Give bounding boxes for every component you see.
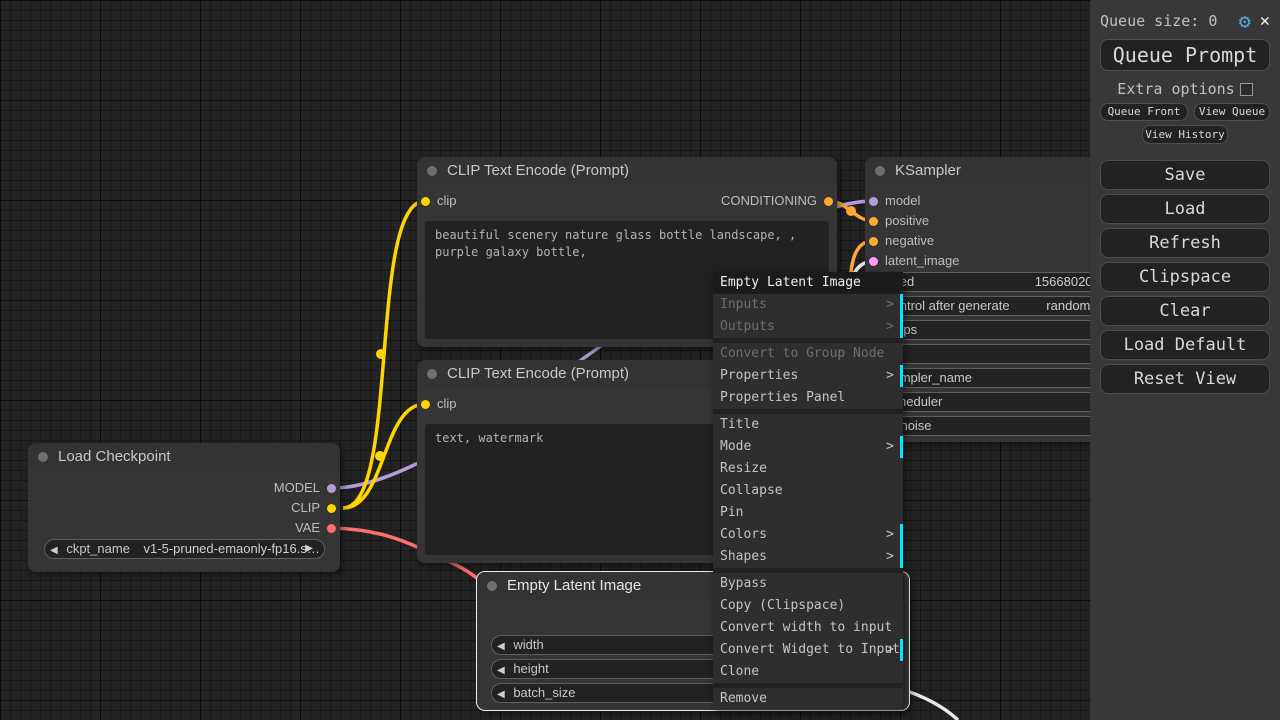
- steps-widget[interactable]: steps: [875, 320, 1120, 340]
- output-slot-conditioning[interactable]: CONDITIONING: [721, 193, 837, 209]
- submenu-arrow-icon: >: [886, 546, 894, 568]
- queue-size-label: Queue size: 0: [1100, 12, 1239, 30]
- view-history-button[interactable]: View History: [1142, 125, 1228, 144]
- input-slot-clip[interactable]: clip: [417, 193, 457, 209]
- menu-item-bypass[interactable]: Bypass: [713, 573, 903, 595]
- node-title: Empty Latent Image: [507, 577, 641, 594]
- submenu-indicator: [900, 639, 903, 661]
- cfg-widget[interactable]: cfg: [875, 344, 1120, 364]
- conditioning-slot-dot-icon[interactable]: [869, 237, 878, 246]
- menu-item-convert-to-group-node[interactable]: Convert to Group Node: [713, 343, 903, 365]
- conditioning-slot-dot-icon[interactable]: [869, 217, 878, 226]
- node-title: CLIP Text Encode (Prompt): [447, 162, 629, 179]
- output-slot-clip[interactable]: CLIP: [291, 500, 340, 516]
- sampler-name-widget[interactable]: sampler_name: [875, 368, 1120, 388]
- combo-value: v1-5-pruned-emaonly-fp16.s…: [134, 541, 320, 556]
- submenu-arrow-icon: >: [886, 436, 894, 458]
- node-title: CLIP Text Encode (Prompt): [447, 365, 629, 382]
- model-slot-dot-icon[interactable]: [327, 484, 336, 493]
- menu-item-outputs[interactable]: Outputs >: [713, 316, 903, 338]
- save-button[interactable]: Save: [1100, 160, 1270, 190]
- input-slot-negative[interactable]: negative: [865, 233, 934, 249]
- control-after-generate-widget[interactable]: control after generate randomize: [875, 296, 1120, 316]
- reset-view-button[interactable]: Reset View: [1100, 364, 1270, 394]
- submenu-indicator: [900, 365, 903, 387]
- collapse-dot-icon[interactable]: [38, 452, 48, 462]
- node-context-menu: Empty Latent Image Inputs > Outputs > Co…: [713, 272, 903, 710]
- clip-slot-dot-icon[interactable]: [421, 400, 430, 409]
- submenu-arrow-icon: >: [886, 294, 894, 316]
- extra-options-label: Extra options: [1117, 80, 1234, 98]
- menu-item-resize[interactable]: Resize: [713, 458, 903, 480]
- node-load-checkpoint[interactable]: Load Checkpoint MODEL CLIP VAE ◀ ckpt_na…: [28, 443, 340, 572]
- comfy-menu-panel: Queue size: 0 ⚙ ✕ Queue Prompt Extra opt…: [1090, 0, 1280, 720]
- vae-slot-dot-icon[interactable]: [327, 524, 336, 533]
- collapse-dot-icon[interactable]: [427, 369, 437, 379]
- seed-widget[interactable]: seed 1566802087: [875, 272, 1120, 292]
- menu-item-clone[interactable]: Clone: [713, 661, 903, 683]
- submenu-indicator: [900, 436, 903, 458]
- load-default-button[interactable]: Load Default: [1100, 330, 1270, 360]
- view-queue-button[interactable]: View Queue: [1194, 103, 1270, 121]
- collapse-dot-icon[interactable]: [875, 166, 885, 176]
- menu-item-properties[interactable]: Properties >: [713, 365, 903, 387]
- submenu-arrow-icon: >: [886, 365, 894, 387]
- menu-item-collapse[interactable]: Collapse: [713, 480, 903, 502]
- menu-item-properties-panel[interactable]: Properties Panel: [713, 387, 903, 409]
- combo-left-arrow-icon[interactable]: ◀: [45, 545, 63, 556]
- menu-item-title[interactable]: Title: [713, 414, 903, 436]
- menu-item-convert-widget-to-input[interactable]: Convert Widget to Input >: [713, 639, 903, 661]
- stepper-left-arrow-icon[interactable]: ◀: [492, 689, 510, 700]
- output-slot-model[interactable]: MODEL: [274, 480, 340, 496]
- node-header[interactable]: Load Checkpoint: [28, 443, 340, 471]
- latent-slot-dot-icon[interactable]: [869, 257, 878, 266]
- combo-right-arrow-icon[interactable]: ▶: [300, 540, 318, 558]
- extra-options-checkbox[interactable]: [1240, 83, 1253, 96]
- submenu-indicator: [900, 294, 903, 316]
- model-slot-dot-icon[interactable]: [869, 197, 878, 206]
- submenu-arrow-icon: >: [886, 524, 894, 546]
- queue-prompt-button[interactable]: Queue Prompt: [1100, 39, 1270, 71]
- input-slot-latent-image[interactable]: latent_image: [865, 253, 959, 269]
- node-graph-canvas[interactable]: CLIP Text Encode (Prompt) clip CONDITION…: [0, 0, 1280, 720]
- menu-item-inputs[interactable]: Inputs >: [713, 294, 903, 316]
- queue-front-button[interactable]: Queue Front: [1100, 103, 1188, 121]
- submenu-indicator: [900, 524, 903, 546]
- submenu-indicator: [900, 546, 903, 568]
- stepper-left-arrow-icon[interactable]: ◀: [492, 641, 510, 652]
- close-icon[interactable]: ✕: [1260, 11, 1270, 31]
- clipspace-button[interactable]: Clipspace: [1100, 262, 1270, 292]
- submenu-arrow-icon: >: [886, 639, 894, 661]
- menu-item-pin[interactable]: Pin: [713, 502, 903, 524]
- menu-item-shapes[interactable]: Shapes >: [713, 546, 903, 568]
- menu-item-colors[interactable]: Colors >: [713, 524, 903, 546]
- collapse-dot-icon[interactable]: [427, 166, 437, 176]
- node-title: KSampler: [895, 162, 961, 179]
- conditioning-slot-dot-icon[interactable]: [824, 197, 833, 206]
- menu-item-mode[interactable]: Mode >: [713, 436, 903, 458]
- denoise-widget[interactable]: denoise: [875, 416, 1120, 436]
- settings-gear-icon[interactable]: ⚙: [1239, 11, 1251, 31]
- menu-item-convert-width-to-input[interactable]: Convert width to input: [713, 617, 903, 639]
- load-button[interactable]: Load: [1100, 194, 1270, 224]
- submenu-arrow-icon: >: [886, 316, 894, 338]
- ckpt-name-combo-widget[interactable]: ◀ ckpt_name v1-5-pruned-emaonly-fp16.s… …: [44, 539, 325, 559]
- clip-slot-dot-icon[interactable]: [421, 197, 430, 206]
- clip-slot-dot-icon[interactable]: [327, 504, 336, 513]
- clear-button[interactable]: Clear: [1100, 296, 1270, 326]
- input-slot-positive[interactable]: positive: [865, 213, 929, 229]
- submenu-indicator: [900, 316, 903, 338]
- context-menu-title: Empty Latent Image: [713, 272, 903, 294]
- menu-item-remove[interactable]: Remove: [713, 688, 903, 710]
- menu-item-copy-clipspace[interactable]: Copy (Clipspace): [713, 595, 903, 617]
- scheduler-widget[interactable]: scheduler: [875, 392, 1120, 412]
- stepper-left-arrow-icon[interactable]: ◀: [492, 665, 510, 676]
- refresh-button[interactable]: Refresh: [1100, 228, 1270, 258]
- collapse-dot-icon[interactable]: [487, 581, 497, 591]
- node-title: Load Checkpoint: [58, 448, 171, 465]
- node-header[interactable]: CLIP Text Encode (Prompt): [417, 157, 837, 185]
- input-slot-model[interactable]: model: [865, 193, 920, 209]
- output-slot-vae[interactable]: VAE: [295, 520, 340, 536]
- input-slot-clip[interactable]: clip: [417, 396, 457, 412]
